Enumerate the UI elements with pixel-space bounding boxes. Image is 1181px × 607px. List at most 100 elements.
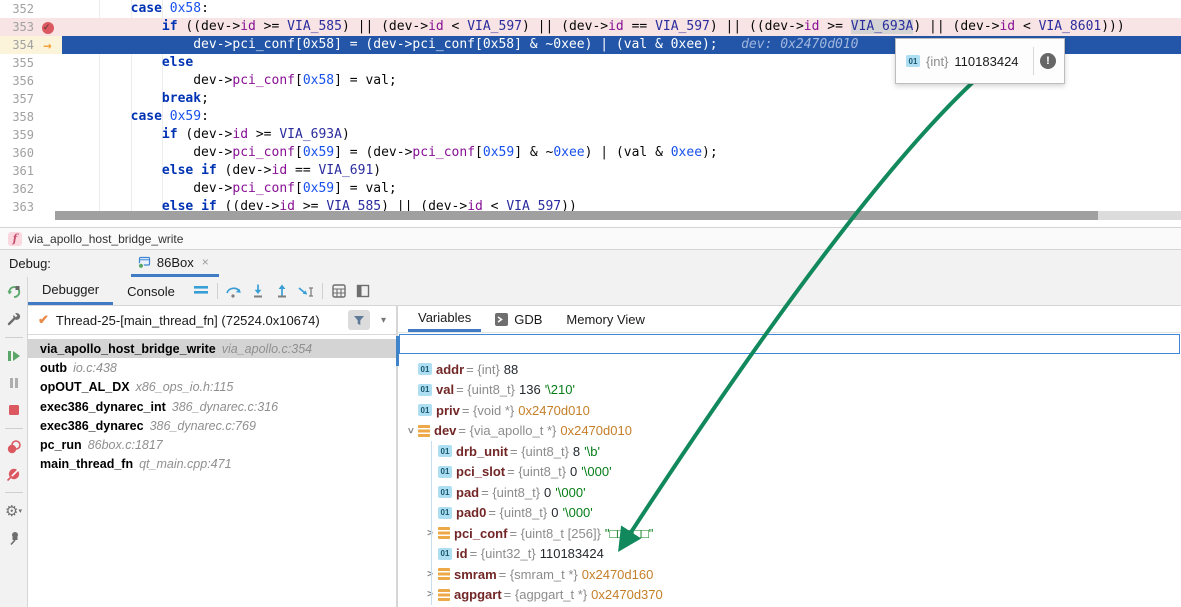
variable-name: agpgart [454,587,502,602]
filter-frames-button[interactable] [348,310,370,330]
edit-configuration-wrench-icon[interactable] [5,310,23,328]
stop-button[interactable] [5,401,23,419]
line-number: 352 [10,0,34,18]
line-number: 353 [10,18,34,36]
chevron-collapsed-icon[interactable]: > [422,569,438,580]
variable-row[interactable]: 01drb_unit = {uint8_t}8'\b' [398,441,1181,462]
step-into-button[interactable] [246,277,270,305]
stack-frame[interactable]: via_apollo_host_bridge_writevia_apollo.c… [28,339,396,358]
primitive-value-icon: 01 [438,507,452,519]
variable-string-value: '\000' [581,464,611,479]
gutter[interactable]: 363 [0,198,62,216]
variable-row[interactable]: 01val = {uint8_t}136'\210' [398,380,1181,401]
pause-button[interactable] [5,374,23,392]
chevron-expanded-icon[interactable]: > [405,423,416,439]
evaluate-expression-icon[interactable] [327,277,351,305]
code-line[interactable]: 357 break; [0,90,1181,108]
stack-frame[interactable]: outbio.c:438 [28,358,396,377]
tab-debugger[interactable]: Debugger [28,277,113,305]
tab-gdb[interactable]: GDB [485,306,552,332]
divider [5,337,23,338]
view-breakpoints-button[interactable] [5,438,23,456]
code-line[interactable]: 353 if ((dev->id >= VIA_585) || (dev->id… [0,18,1181,36]
code-line[interactable]: 360 dev->pci_conf[0x59] = (dev->pci_conf… [0,144,1181,162]
variables-tabs: Variables GDB Memory View [398,306,1181,333]
stack-frame[interactable]: opOUT_AL_DXx86_ops_io.h:115 [28,378,396,397]
code-line[interactable]: 359 if (dev->id >= VIA_693A) [0,126,1181,144]
variable-name: val [436,382,454,397]
variable-row[interactable]: 01addr = {int}88 [398,359,1181,380]
variable-row[interactable]: 01pci_slot = {uint8_t}0'\000' [398,462,1181,483]
variable-row[interactable]: 01priv = {void *}0x2470d010 [398,400,1181,421]
gutter[interactable]: 359 [0,126,62,144]
primitive-value-icon: 01 [438,548,452,560]
breadcrumb-function[interactable]: via_apollo_host_bridge_write [28,232,183,246]
threads-view-icon[interactable] [189,277,213,305]
variable-row[interactable]: >smram = {smram_t *}0x2470d160 [398,564,1181,585]
stack-frame[interactable]: exec386_dynarec_int386_dynarec.c:316 [28,397,396,416]
step-out-button[interactable] [270,277,294,305]
layout-settings-icon[interactable] [351,277,375,305]
stack-frame[interactable]: exec386_dynarec386_dynarec.c:769 [28,416,396,435]
gutter[interactable]: 353 [0,18,62,36]
gutter[interactable]: 362 [0,180,62,198]
stack-frame[interactable]: pc_run86box.c:1817 [28,435,396,454]
variable-string-value: '\b' [584,444,600,459]
resume-button[interactable] [5,347,23,365]
gutter[interactable]: 357 [0,90,62,108]
code-line[interactable]: 358 case 0x59: [0,108,1181,126]
frames-panel: ✔ Thread-25-[main_thread_fn] (72524.0x10… [28,306,398,607]
variable-row[interactable]: >dev = {via_apollo_t *}0x2470d010 [398,421,1181,442]
gutter[interactable]: 361 [0,162,62,180]
chevron-collapsed-icon[interactable]: > [422,528,438,539]
settings-gear-icon[interactable]: ⚙▾ [5,502,23,520]
pin-icon[interactable] [5,529,23,547]
frame-list: via_apollo_host_bridge_writevia_apollo.c… [28,335,396,607]
step-over-button[interactable] [222,277,246,305]
code-line[interactable]: 361 else if (dev->id == VIA_691) [0,162,1181,180]
debug-icon-strip: ⚙▾ [0,277,28,607]
horizontal-scrollbar[interactable] [55,211,1181,220]
variable-row[interactable]: >agpgart = {agpgart_t *}0x2470d370 [398,585,1181,606]
gutter[interactable]: 356 [0,72,62,90]
code-line[interactable]: 362 dev->pci_conf[0x59] = val; [0,180,1181,198]
variable-value: 136 [519,382,541,397]
horizontal-scrollbar-thumb[interactable] [55,211,1098,220]
stack-frame[interactable]: main_thread_fnqt_main.cpp:471 [28,455,396,474]
run-to-cursor-button[interactable] [294,277,318,305]
code-editor[interactable]: 352 case 0x58:353 if ((dev->id >= VIA_58… [0,0,1181,226]
raw-value-icon: 01 [906,55,920,67]
variable-type: = {uint32_t} [470,546,536,561]
gutter[interactable]: 355 [0,54,62,72]
tooltip-divider [1033,47,1034,75]
chevron-collapsed-icon[interactable]: > [422,589,438,600]
close-icon[interactable]: × [202,255,209,269]
tab-memory-view[interactable]: Memory View [556,306,655,332]
tab-console[interactable]: Console [113,277,189,305]
thread-selector[interactable]: ✔ Thread-25-[main_thread_fn] (72524.0x10… [28,306,396,335]
variable-row[interactable]: 01id = {uint32_t}110183424 [398,544,1181,565]
rerun-button[interactable] [5,283,23,301]
code-line[interactable]: 352 case 0x58: [0,0,1181,18]
breakpoint-icon[interactable] [40,20,55,35]
debug-toolwindow-header: Debug: 86Box × [0,250,1181,277]
tab-variables[interactable]: Variables [408,306,481,332]
variable-pointer-value: 0x2470d010 [518,403,590,418]
gutter[interactable]: 358 [0,108,62,126]
chevron-down-icon[interactable]: ▾ [377,315,390,326]
variable-name: pci_slot [456,464,505,479]
variable-row[interactable]: 01pad = {uint8_t}0'\000' [398,482,1181,503]
gutter[interactable]: 360 [0,144,62,162]
code-text: case 0x58: [62,0,1181,18]
mute-breakpoints-button[interactable] [5,465,23,483]
gutter[interactable]: 352 [0,0,62,18]
info-icon[interactable]: ! [1040,53,1056,69]
gutter[interactable]: 354→ [0,36,62,54]
variable-type: = {uint8_t} [507,464,566,479]
line-number: 356 [10,72,34,90]
run-config-tab-86box[interactable]: 86Box × [131,250,219,277]
variable-row[interactable]: 01pad0 = {uint8_t}0'\000' [398,503,1181,524]
variable-name: pci_conf [454,526,507,541]
variable-row[interactable]: >pci_conf = {uint8_t [256]}"□□□□□" [398,523,1181,544]
evaluate-expression-input[interactable] [399,334,1180,354]
